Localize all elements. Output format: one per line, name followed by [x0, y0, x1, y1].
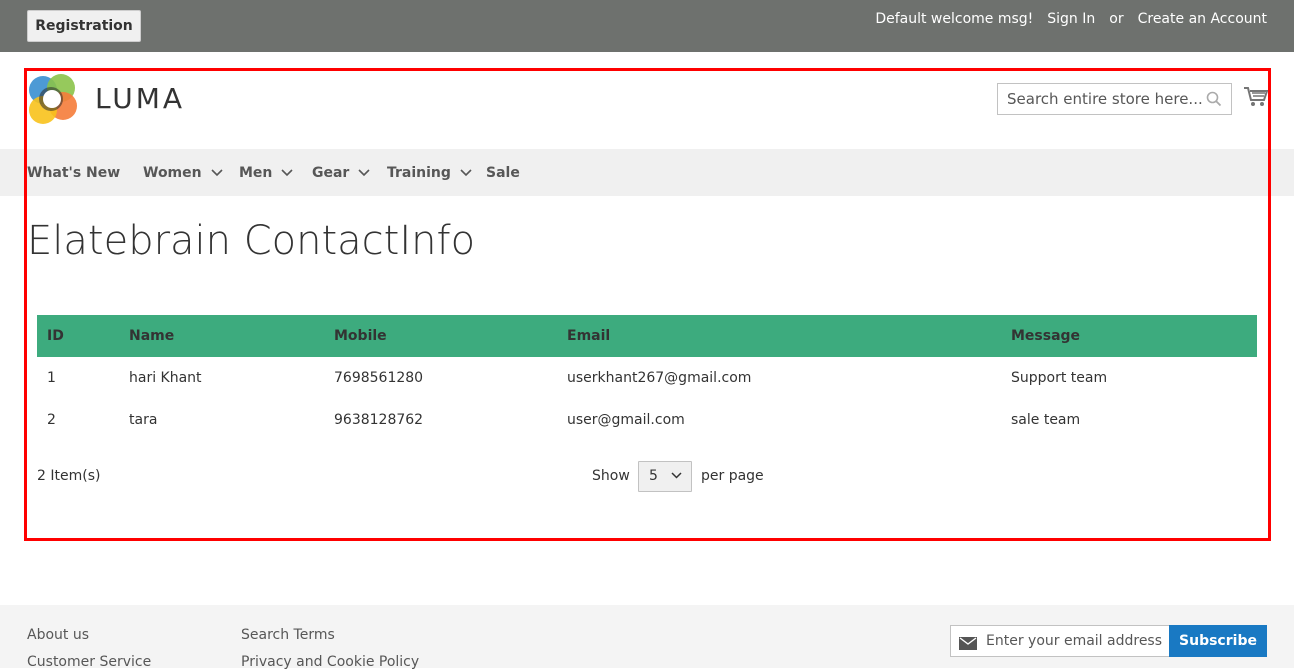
create-account-link[interactable]: Create an Account — [1138, 11, 1267, 27]
header-links: Default welcome msg! Sign In or Create a… — [875, 11, 1267, 27]
or-text: or — [1109, 11, 1124, 27]
footer-link-search-terms[interactable]: Search Terms — [241, 627, 335, 643]
top-bar: Registration Default welcome msg! Sign I… — [0, 0, 1294, 52]
mail-icon — [959, 635, 977, 654]
subscribe-button[interactable]: Subscribe — [1169, 625, 1267, 657]
sign-in-link[interactable]: Sign In — [1047, 11, 1095, 27]
welcome-message: Default welcome msg! — [875, 11, 1034, 27]
highlight-frame — [24, 68, 1271, 541]
footer-link-about-us[interactable]: About us — [27, 627, 89, 643]
registration-button[interactable]: Registration — [27, 10, 141, 42]
newsletter-email-input[interactable] — [986, 626, 1166, 656]
newsletter-box — [950, 625, 1170, 657]
